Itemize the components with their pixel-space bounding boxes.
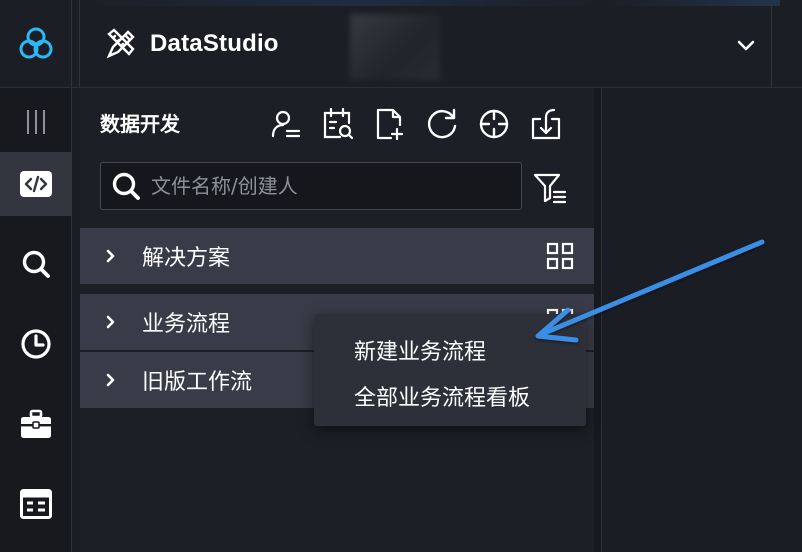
- table-icon: [20, 489, 52, 519]
- logo-icon: [19, 27, 52, 59]
- tree-item-solutions[interactable]: 解决方案: [80, 228, 594, 284]
- app-title: DataStudio: [150, 30, 279, 57]
- grid-view-icon[interactable]: [546, 242, 574, 270]
- menu-item-new-business-flow[interactable]: 新建业务流程: [354, 334, 486, 366]
- calendar-search-icon: [323, 107, 354, 140]
- rail-item-history[interactable]: [0, 312, 72, 376]
- top-divider-right: [771, 0, 772, 88]
- rail-item-workspace[interactable]: [0, 392, 72, 456]
- new-file-icon: [376, 108, 404, 141]
- member-button[interactable]: [268, 106, 304, 142]
- left-rail: [0, 88, 72, 552]
- menu-item-all-business-flow-board[interactable]: 全部业务流程看板: [354, 380, 530, 412]
- file-search-box[interactable]: [100, 162, 522, 210]
- search-input[interactable]: [151, 174, 491, 198]
- code-icon: [20, 171, 52, 197]
- chevron-down-icon: [737, 40, 755, 51]
- refresh-button[interactable]: [424, 106, 460, 142]
- context-menu: 新建业务流程 全部业务流程看板: [314, 314, 586, 426]
- new-file-button[interactable]: [372, 106, 408, 142]
- rail-item-data-development[interactable]: [0, 152, 72, 216]
- app-window: DataStudio 数据开发 文件名称/创建人 解决方案 业务流程 旧版工作流…: [0, 0, 802, 552]
- top-streak: [80, 0, 780, 6]
- search-icon: [22, 250, 50, 278]
- schedule-search-button[interactable]: [320, 106, 356, 142]
- import-icon: [531, 108, 561, 140]
- panel-splitter[interactable]: [594, 88, 602, 552]
- import-button[interactable]: [528, 106, 564, 142]
- locate-button[interactable]: [476, 106, 512, 142]
- chevron-right-icon: [106, 249, 120, 263]
- top-bar: DataStudio: [0, 0, 802, 88]
- clock-icon: [21, 329, 51, 359]
- briefcase-icon: [21, 409, 51, 438]
- chevron-right-icon: [106, 373, 120, 387]
- rail-item-table[interactable]: [0, 472, 72, 536]
- user-icon: [271, 110, 301, 138]
- tree-item-label: 旧版工作流: [142, 370, 253, 395]
- top-divider: [79, 0, 80, 88]
- tree-item-label: 业务流程: [142, 312, 231, 337]
- search-icon: [112, 172, 140, 200]
- menu-lines-icon: [27, 110, 45, 134]
- brand[interactable]: DataStudio: [104, 27, 279, 61]
- filter-button[interactable]: [530, 168, 570, 208]
- rail-item-search[interactable]: [0, 232, 72, 296]
- refresh-icon: [428, 108, 457, 139]
- blurred-region: [350, 14, 440, 80]
- panel-title: 数据开发: [100, 112, 180, 136]
- product-logo[interactable]: [0, 0, 72, 88]
- pencil-ruler-icon: [106, 28, 135, 59]
- chevron-right-icon: [106, 315, 120, 329]
- filter-icon: [533, 173, 567, 204]
- workspace-dropdown-button[interactable]: [728, 30, 764, 62]
- tree-item-label: 解决方案: [142, 246, 231, 271]
- rail-menu-toggle[interactable]: [0, 90, 72, 154]
- editor-area: [602, 88, 802, 552]
- crosshair-icon: [479, 109, 509, 139]
